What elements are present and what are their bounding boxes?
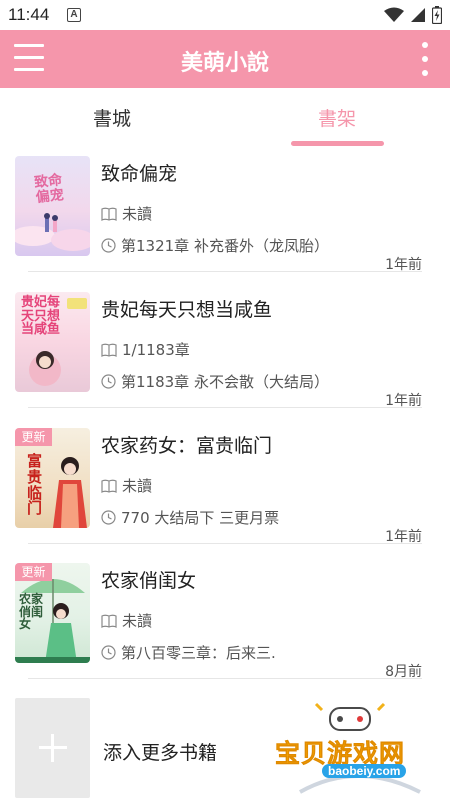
book-icon — [101, 343, 117, 357]
divider — [28, 407, 422, 408]
clock-icon — [101, 238, 116, 253]
new-badge: 更新 — [15, 563, 52, 581]
latest-chapter: 第1183章 永不会散（大结局） — [101, 371, 329, 392]
book-title: 农家药女：富贵临门 — [101, 435, 273, 457]
progress-text: 未讀 — [122, 612, 153, 630]
cover-title: 贵妃每天只想当咸鱼 — [21, 295, 61, 338]
progress-text: 未讀 — [122, 477, 153, 495]
clock-icon — [101, 510, 116, 525]
latest-chapter-text: 第八百零三章：后来三. — [121, 644, 276, 662]
read-progress: 未讀 — [101, 475, 152, 496]
app-title: 美萌小說 — [180, 51, 269, 76]
battery-icon — [432, 6, 442, 24]
add-book-button[interactable] — [15, 698, 90, 798]
app-bar: 美萌小說 — [0, 30, 450, 88]
divider — [28, 271, 422, 272]
latest-chapter-text: 第1183章 永不会散（大结局） — [121, 373, 329, 391]
divider — [28, 678, 422, 679]
status-bar: 11:44 A — [0, 0, 450, 30]
clock-icon — [101, 374, 116, 389]
clock-icon — [101, 645, 116, 660]
book-item[interactable]: 农家俏闺女 更新 农家俏闺女 未讀 第八百零三章：后来三. 8月前 — [0, 563, 450, 699]
book-item[interactable]: 富贵临门 更新 农家药女：富贵临门 未讀 770 大结局下 三更月票 1年前 — [0, 428, 450, 564]
tab-indicator — [291, 141, 384, 146]
cover-title: 农家俏闺女 — [19, 592, 44, 632]
read-progress: 1/1183章 — [101, 339, 190, 360]
progress-text: 未讀 — [122, 205, 153, 223]
new-badge: 更新 — [15, 428, 52, 446]
tab-bookstore[interactable]: 書城 — [93, 104, 131, 131]
latest-chapter: 第1321章 补充番外（龙凤胎） — [101, 235, 329, 256]
notification-icon: A — [67, 8, 81, 22]
latest-chapter-text: 第1321章 补充番外（龙凤胎） — [121, 237, 329, 255]
book-cover[interactable]: 农家俏闺女 更新 — [15, 563, 90, 663]
cover-title: 富贵临门 — [27, 452, 43, 518]
cover-title: 致命偏宠 — [33, 172, 65, 206]
progress-text: 1/1183章 — [122, 341, 190, 359]
book-icon — [101, 614, 117, 628]
status-time: 11:44 — [8, 5, 50, 24]
latest-chapter: 770 大结局下 三更月票 — [101, 507, 279, 528]
wifi-icon — [384, 7, 404, 22]
book-title: 致命偏宠 — [101, 163, 178, 185]
tab-bar: 書城 書架 — [0, 88, 450, 146]
more-vertical-icon[interactable] — [420, 42, 430, 76]
add-book-label[interactable]: 添入更多书籍 — [103, 738, 217, 765]
book-cover[interactable]: 致命偏宠 — [15, 156, 90, 256]
watermark: 宝贝游戏网 baobeiy.com — [270, 700, 445, 798]
latest-chapter: 第八百零三章：后来三. — [101, 642, 276, 663]
status-icons — [384, 5, 442, 25]
read-progress: 未讀 — [101, 203, 152, 224]
book-cover[interactable]: 富贵临门 更新 — [15, 428, 90, 528]
book-title: 贵妃每天只想当咸鱼 — [101, 299, 273, 321]
signal-icon — [411, 8, 425, 22]
book-cover[interactable]: 贵妃每天只想当咸鱼 — [15, 292, 90, 392]
book-title: 农家俏闺女 — [101, 570, 197, 592]
book-icon — [101, 207, 117, 221]
divider — [28, 543, 422, 544]
read-progress: 未讀 — [101, 610, 152, 631]
book-icon — [101, 479, 117, 493]
tab-bookshelf[interactable]: 書架 — [318, 104, 356, 131]
watermark-url: baobeiy.com — [322, 764, 407, 778]
book-item[interactable]: 贵妃每天只想当咸鱼 贵妃每天只想当咸鱼 1/1183章 第1183章 永不会散（… — [0, 292, 450, 428]
book-item[interactable]: 致命偏宠 致命偏宠 未讀 第1321章 补充番外（龙凤胎） 1年前 — [0, 156, 450, 292]
latest-chapter-text: 770 大结局下 三更月票 — [121, 509, 280, 527]
